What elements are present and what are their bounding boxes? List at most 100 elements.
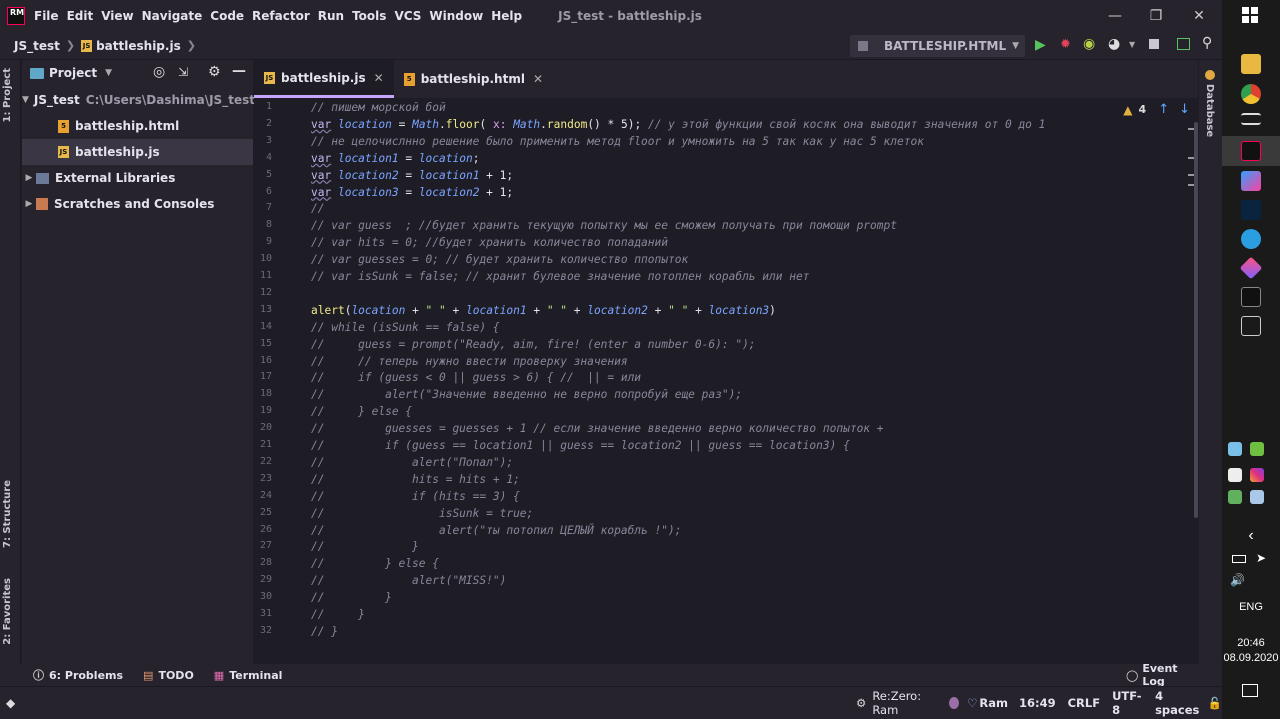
- menu-navigate[interactable]: Navigate: [140, 9, 209, 23]
- code-line[interactable]: // if (guess == location1 || guess == lo…: [311, 437, 850, 454]
- event-log-button[interactable]: ◯ Event Log: [1126, 662, 1202, 688]
- close-icon[interactable]: ✕: [374, 71, 384, 85]
- problems-tool-button[interactable]: ⓘ 6: Problems: [33, 667, 123, 683]
- tree-item-html[interactable]: 5 battleship.html: [22, 113, 253, 139]
- code-line[interactable]: // isSunk = true;: [311, 505, 533, 522]
- structure-tool-tab[interactable]: 7: Structure: [2, 480, 13, 548]
- run-configuration-select[interactable]: BATTLESHIP.HTML ▼: [850, 35, 1025, 57]
- maximize-button[interactable]: ❐: [1133, 0, 1179, 32]
- code-line[interactable]: // }: [311, 606, 365, 623]
- favorites-tool-tab[interactable]: 2: Favorites: [2, 578, 13, 645]
- code-line[interactable]: var location1 = location;: [311, 150, 479, 167]
- tray-icon[interactable]: [1250, 490, 1264, 504]
- code-line[interactable]: var location2 = location1 + 1;: [311, 167, 513, 184]
- chevron-down-icon[interactable]: ▼: [1129, 40, 1135, 49]
- arrow-up-icon[interactable]: ↑: [1158, 102, 1169, 117]
- code-line[interactable]: var location3 = location2 + 1;: [311, 184, 513, 201]
- code-editor[interactable]: 1 2 3 4 5 6 7 8 9 10 11 12 13 14 15 16 17 18 19 20 21 22 23 24 2…: [254, 98, 1198, 640]
- app-icon[interactable]: [1241, 171, 1261, 191]
- menu-view[interactable]: View: [99, 9, 139, 23]
- indent-setting[interactable]: 4 spaces: [1155, 689, 1202, 717]
- volume-icon[interactable]: 🔊: [1230, 573, 1245, 587]
- notifications-icon[interactable]: [1242, 684, 1258, 697]
- tab-battleship-js[interactable]: JS battleship.js ✕: [254, 60, 394, 98]
- code-line[interactable]: // guesses = guesses + 1 // если значени…: [311, 420, 884, 437]
- line-separator[interactable]: CRLF: [1068, 696, 1100, 710]
- code-line[interactable]: // } else {: [311, 403, 412, 420]
- collapse-icon[interactable]: ⇲: [178, 65, 188, 79]
- tree-item-root[interactable]: ▼ JS_test C:\Users\Dashima\JS_test: [22, 87, 255, 113]
- tray-icon[interactable]: [1228, 442, 1242, 456]
- terminal-tool-button[interactable]: ▦ Terminal: [214, 669, 283, 682]
- chrome-icon[interactable]: [1241, 84, 1261, 104]
- breadcrumb-project[interactable]: JS_test: [14, 39, 60, 53]
- close-icon[interactable]: ✕: [533, 72, 543, 86]
- tree-item-js[interactable]: JS battleship.js: [22, 139, 253, 165]
- profiler-icon[interactable]: ◕: [1108, 36, 1120, 52]
- arrow-down-icon[interactable]: ↓: [1179, 102, 1190, 117]
- code-line[interactable]: // alert("ты потопил ЦЕЛЫЙ корабль !");: [311, 522, 681, 539]
- file-encoding[interactable]: UTF-8: [1112, 689, 1143, 717]
- code-line[interactable]: // if (guess < 0 || guess > 6) { // || =…: [311, 369, 641, 386]
- theme-name[interactable]: Re:Zero: Ram: [872, 689, 937, 717]
- menu-code[interactable]: Code: [208, 9, 250, 23]
- chevron-down-icon[interactable]: ▼: [105, 68, 112, 78]
- language-indicator[interactable]: ENG: [1222, 601, 1280, 613]
- telegram-icon[interactable]: [1241, 229, 1261, 249]
- clock-date[interactable]: 08.09.2020: [1222, 652, 1280, 664]
- menu-vcs[interactable]: VCS: [392, 9, 427, 23]
- minimize-button[interactable]: —: [1092, 0, 1138, 32]
- project-tool-tab[interactable]: 1: Project: [2, 68, 13, 123]
- terminal-app-icon[interactable]: [1241, 287, 1261, 307]
- hide-panel-icon[interactable]: —: [232, 63, 246, 79]
- photoshop-icon[interactable]: [1241, 200, 1261, 220]
- diamond-icon[interactable]: ◆: [6, 696, 15, 710]
- code-line[interactable]: // if (hits == 3) {: [311, 488, 520, 505]
- code-line[interactable]: // alert("Попал");: [311, 454, 513, 471]
- menu-run[interactable]: Run: [316, 9, 350, 23]
- code-line[interactable]: // }: [311, 538, 419, 555]
- code-line[interactable]: // var guess ; //будет хранить текущую п…: [311, 217, 897, 234]
- network-app-icon[interactable]: [1241, 316, 1261, 336]
- tray-icon[interactable]: [1228, 468, 1242, 482]
- wifi-icon[interactable]: ➤: [1256, 551, 1266, 565]
- settings-sliders-icon[interactable]: [1241, 113, 1261, 125]
- run-icon[interactable]: ▶: [1035, 37, 1046, 53]
- code-line[interactable]: alert(location + " " + location1 + " " +…: [311, 302, 776, 319]
- menu-file[interactable]: File: [32, 9, 65, 23]
- code-line[interactable]: var location = Math.floor( x: Math.rando…: [311, 116, 1045, 133]
- instagram-icon[interactable]: [1250, 468, 1264, 482]
- code-line[interactable]: // // теперь нужно ввести проверку значе…: [311, 353, 628, 370]
- menu-tools[interactable]: Tools: [350, 9, 392, 23]
- code-line[interactable]: // alert("MISS!"): [311, 572, 506, 589]
- tree-item-external-libraries[interactable]: ▶ External Libraries: [22, 165, 253, 191]
- tray-icon[interactable]: [1228, 490, 1242, 504]
- code-line[interactable]: // var isSunk = false; // хранит булевое…: [311, 268, 809, 285]
- code-line[interactable]: // var hits = 0; //будет хранить количес…: [311, 234, 668, 251]
- code-line[interactable]: // var guesses = 0; // будет хранить кол…: [311, 251, 688, 268]
- code-line[interactable]: // hits = hits + 1;: [311, 471, 520, 488]
- code-line[interactable]: // } else {: [311, 555, 439, 572]
- menu-refactor[interactable]: Refactor: [250, 9, 316, 23]
- menu-help[interactable]: Help: [489, 9, 528, 23]
- windows-start-icon[interactable]: [1242, 7, 1258, 23]
- file-explorer-icon[interactable]: [1241, 54, 1261, 74]
- coverage-icon[interactable]: ◉: [1083, 36, 1095, 52]
- target-icon[interactable]: ◎: [153, 64, 165, 80]
- code-line[interactable]: // while (isSunk == false) {: [311, 319, 500, 336]
- battery-icon[interactable]: [1232, 555, 1246, 563]
- code-line[interactable]: //: [311, 200, 324, 217]
- upwork-icon[interactable]: [1250, 442, 1264, 456]
- code-line[interactable]: // }: [311, 623, 338, 640]
- menu-edit[interactable]: Edit: [65, 9, 100, 23]
- tree-item-scratches[interactable]: ▶ Scratches and Consoles: [22, 191, 253, 217]
- gem-app-icon[interactable]: [1239, 256, 1263, 280]
- lock-icon[interactable]: 🔓: [1208, 696, 1222, 710]
- plugin-name[interactable]: Ram: [979, 696, 1008, 710]
- chevron-left-icon[interactable]: ‹: [1222, 527, 1280, 545]
- breadcrumb-file[interactable]: battleship.js: [96, 39, 181, 53]
- inspection-widget[interactable]: ▲ 4 ↑ ↓: [1123, 102, 1190, 117]
- rider-icon[interactable]: [1241, 141, 1261, 161]
- debug-icon[interactable]: ✹: [1060, 37, 1071, 52]
- code-line[interactable]: // пишем морской бой: [311, 99, 446, 116]
